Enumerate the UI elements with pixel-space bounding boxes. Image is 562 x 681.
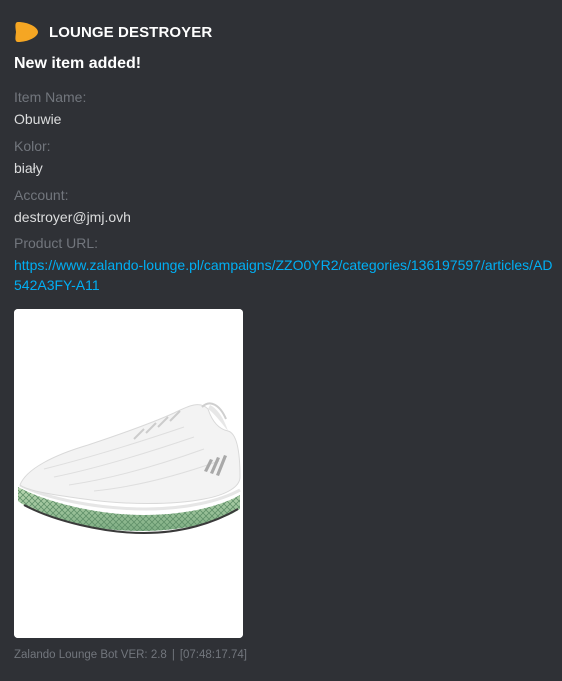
field-label: Account: xyxy=(14,187,69,203)
orange-leaf-icon xyxy=(15,22,38,42)
author-name[interactable]: LOUNGE DESTROYER xyxy=(49,24,212,41)
field-label: Item Name: xyxy=(14,89,87,105)
embed-card: LOUNGE DESTROYER New item added! Item Na… xyxy=(0,0,562,681)
white-sneaker-image xyxy=(14,309,243,638)
field-account: Account: destroyer@jmj.ovh xyxy=(14,186,554,227)
field-value: biały xyxy=(14,160,43,176)
field-label: Product URL: xyxy=(14,235,99,251)
footer-separator: | xyxy=(171,649,175,661)
footer-text: Zalando Lounge Bot VER: 2.8 xyxy=(14,649,167,661)
field-label: Kolor: xyxy=(14,138,51,154)
field-color: Kolor: biały xyxy=(14,137,554,178)
embed-footer: Zalando Lounge Bot VER: 2.8 | [07:48:17.74… xyxy=(14,649,247,661)
product-url-link[interactable]: https://www.zalando-lounge.pl/campaigns/… xyxy=(14,257,553,293)
field-product-url: Product URL: https://www.zalando-lounge.… xyxy=(14,234,554,295)
embed-author: LOUNGE DESTROYER xyxy=(14,19,212,45)
footer-timestamp: [07:48:17.74] xyxy=(179,649,247,661)
field-value: https://www.zalando-lounge.pl/campaigns/… xyxy=(14,255,554,295)
field-value: Obuwie xyxy=(14,111,62,127)
embed-title: New item added! xyxy=(14,55,142,72)
product-image[interactable] xyxy=(14,309,243,638)
field-item-name: Item Name: Obuwie xyxy=(14,88,554,129)
field-value: destroyer@jmj.ovh xyxy=(14,209,131,225)
